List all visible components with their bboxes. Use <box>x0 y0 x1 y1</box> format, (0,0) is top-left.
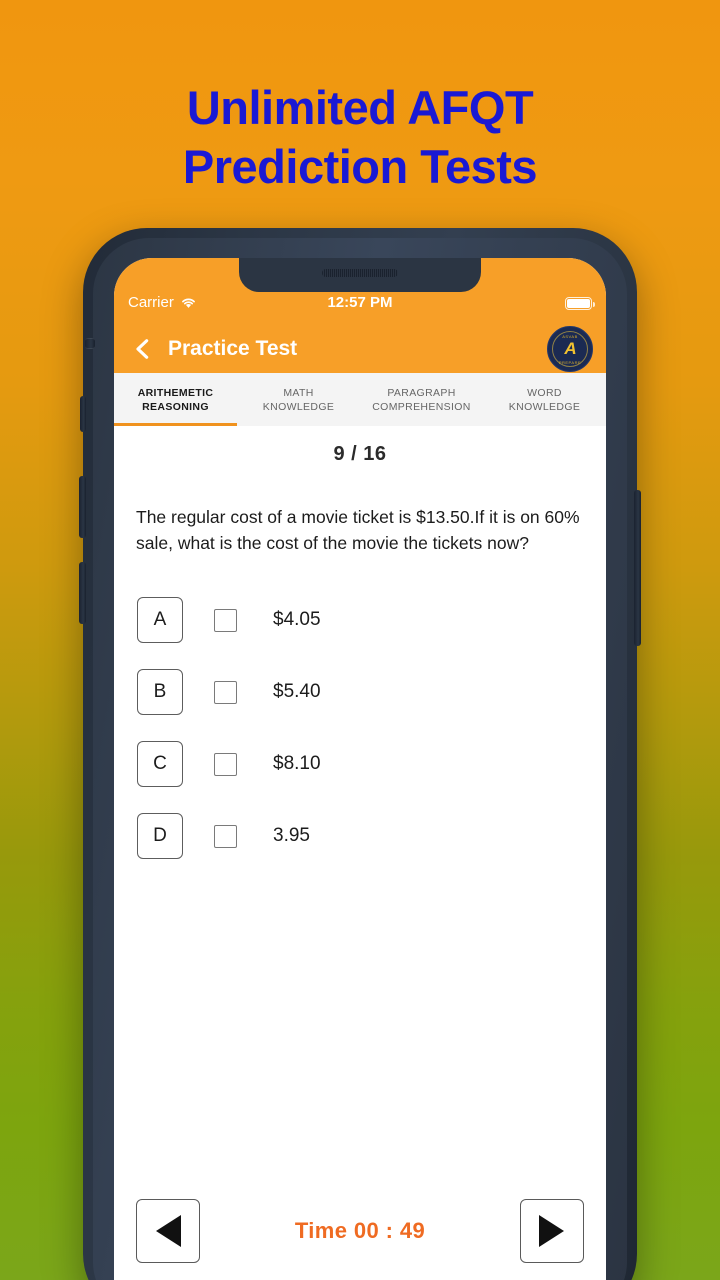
earpiece-speaker-icon <box>322 269 398 277</box>
tab-label-line1: WORD <box>527 386 562 399</box>
phone-volume-down-button[interactable] <box>79 562 86 624</box>
option-text-a: $4.05 <box>273 609 321 630</box>
next-question-button[interactable] <box>519 1199 584 1263</box>
battery-icon <box>565 297 595 310</box>
tab-label-line2: REASONING <box>142 400 209 413</box>
tab-label-line2: KNOWLEDGE <box>262 400 335 413</box>
app-nav-bar: Practice Test ASVAB A PREPARE <box>114 324 606 373</box>
phone-antenna-line <box>85 338 95 349</box>
option-checkbox-b[interactable] <box>214 680 237 704</box>
option-text-b: $5.40 <box>273 681 321 702</box>
option-text-c: $8.10 <box>273 753 321 774</box>
tab-math-knowledge[interactable]: MATH KNOWLEDGE <box>237 373 360 426</box>
section-tab-bar: ARITHEMETIC REASONING MATH KNOWLEDGE PAR… <box>114 373 606 427</box>
option-row-b[interactable]: B $5.40 <box>114 669 606 715</box>
tab-paragraph-comprehension[interactable]: PARAGRAPH COMPREHENSION <box>360 373 483 426</box>
triangle-left-icon <box>155 1215 181 1247</box>
previous-question-button[interactable] <box>136 1199 200 1263</box>
tab-label-line1: PARAGRAPH <box>387 386 456 399</box>
option-letter-a: A <box>137 597 183 643</box>
promo-screenshot: Unlimited AFQT Prediction Tests Carrier <box>0 0 720 1280</box>
option-checkbox-c[interactable] <box>214 752 237 776</box>
answer-options-list: A $4.05 B $5.40 C $8.10 D 3.95 <box>114 597 606 859</box>
option-checkbox-d[interactable] <box>214 824 237 848</box>
phone-power-button[interactable] <box>634 490 641 646</box>
timer-label: Time 00 : 49 <box>294 1218 426 1243</box>
option-row-c[interactable]: C $8.10 <box>114 741 606 787</box>
tab-label-line1: ARITHEMETIC <box>137 386 214 399</box>
option-checkbox-a[interactable] <box>214 608 237 632</box>
phone-silent-switch[interactable] <box>80 396 86 432</box>
tab-label-line1: MATH <box>283 386 314 399</box>
question-content: 9 / 16 The regular cost of a movie ticke… <box>114 426 606 1280</box>
status-bar-clock: 12:57 PM <box>327 294 393 311</box>
option-text-d: 3.95 <box>273 825 310 846</box>
tab-arithemetic-reasoning[interactable]: ARITHEMETIC REASONING <box>114 373 237 426</box>
phone-device-frame: Carrier 12:57 PM Practice Test ASVAB A P… <box>79 228 641 1280</box>
phone-notch <box>239 258 481 292</box>
page-title: Practice Test <box>168 336 298 360</box>
promo-headline: Unlimited AFQT Prediction Tests <box>0 78 720 196</box>
question-counter: 9 / 16 <box>333 443 387 465</box>
tab-label-line2: KNOWLEDGE <box>508 400 581 413</box>
option-letter-c: C <box>137 741 183 787</box>
option-row-d[interactable]: D 3.95 <box>114 813 606 859</box>
option-letter-d: D <box>137 813 183 859</box>
option-row-a[interactable]: A $4.05 <box>114 597 606 643</box>
phone-screen: Carrier 12:57 PM Practice Test ASVAB A P… <box>114 258 606 1280</box>
back-chevron-icon[interactable] <box>132 338 154 360</box>
badge-bottom-text: PREPARE <box>558 359 582 365</box>
tab-label-line2: COMPREHENSION <box>372 400 471 413</box>
triangle-right-icon <box>539 1215 565 1247</box>
badge-top-text: ASVAB <box>562 333 578 339</box>
phone-volume-up-button[interactable] <box>79 476 86 538</box>
app-logo-badge[interactable]: ASVAB A PREPARE <box>547 325 593 372</box>
headline-line-2: Prediction Tests <box>182 140 538 193</box>
option-letter-b: B <box>137 669 183 715</box>
question-footer-controls: Time 00 : 49 <box>114 1196 606 1266</box>
question-text: The regular cost of a movie ticket is $1… <box>136 507 580 553</box>
tab-word-knowledge[interactable]: WORD KNOWLEDGE <box>483 373 606 426</box>
badge-monogram: A <box>564 339 576 358</box>
headline-line-1: Unlimited AFQT <box>186 81 534 134</box>
